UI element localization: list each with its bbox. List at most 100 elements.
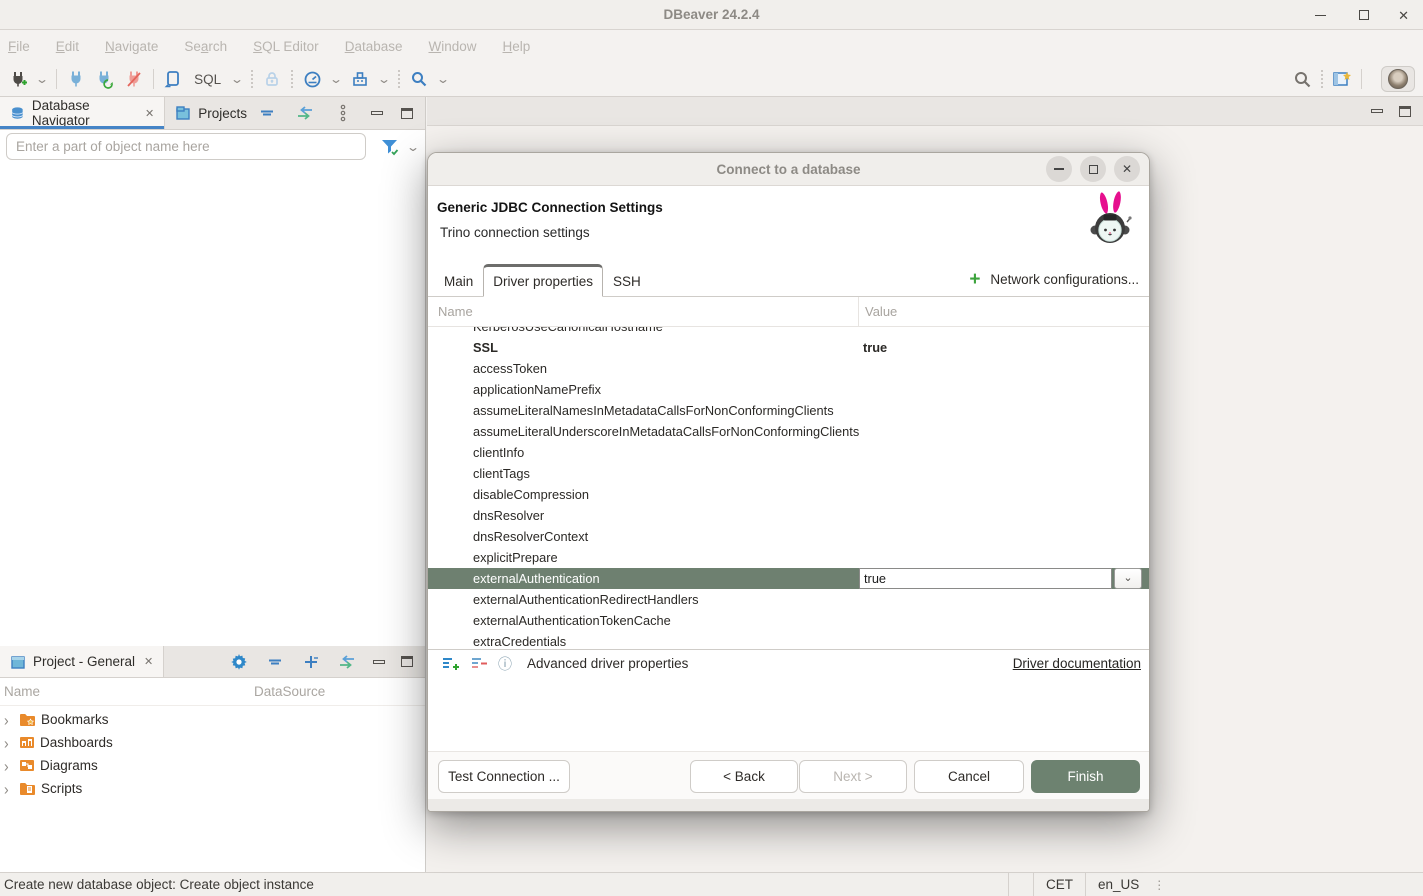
test-connection-button[interactable]: Test Connection ... bbox=[438, 760, 570, 793]
dialog-close-button[interactable]: ✕ bbox=[1114, 156, 1140, 182]
property-row[interactable]: KerberosUseCanonicalHostname bbox=[428, 327, 1149, 337]
sql-dropdown-label[interactable]: SQL bbox=[194, 72, 221, 87]
close-tab-icon[interactable]: ✕ bbox=[144, 655, 153, 668]
search-dropdown-icon[interactable]: ⌄ bbox=[436, 73, 450, 85]
settings-gear-icon[interactable] bbox=[229, 652, 249, 672]
commit-mode-icon[interactable] bbox=[350, 69, 370, 89]
property-row[interactable]: assumeLiteralNamesInMetadataCallsForNonC… bbox=[428, 400, 1149, 421]
menu-help[interactable]: Help bbox=[503, 39, 531, 54]
quick-search-icon[interactable] bbox=[1292, 69, 1312, 89]
menu-database[interactable]: Database bbox=[345, 39, 403, 54]
perspective-icon[interactable] bbox=[1332, 69, 1352, 89]
user-profile-button[interactable] bbox=[1381, 66, 1415, 92]
filter-dropdown-icon[interactable]: ⌄ bbox=[406, 141, 420, 153]
expand-all-icon[interactable] bbox=[301, 652, 321, 672]
expand-chevron-icon[interactable]: › bbox=[4, 757, 14, 775]
property-row[interactable]: externalAuthentication ⌄ bbox=[428, 568, 1149, 589]
expand-chevron-icon[interactable]: › bbox=[4, 780, 14, 798]
info-icon: ⓘ bbox=[498, 654, 512, 674]
dialog-maximize-button[interactable] bbox=[1080, 156, 1106, 182]
tab-driver-properties[interactable]: Driver properties bbox=[483, 264, 603, 297]
property-row[interactable]: accessToken bbox=[428, 358, 1149, 379]
menu-window[interactable]: Window bbox=[428, 39, 476, 54]
property-value-editor[interactable] bbox=[859, 568, 1112, 589]
property-row[interactable]: applicationNamePrefix bbox=[428, 379, 1149, 400]
collapse-all-icon[interactable] bbox=[265, 652, 285, 672]
tree-item-dashboards[interactable]: › Dashboards bbox=[0, 731, 425, 754]
link-with-editor-icon[interactable] bbox=[295, 103, 315, 123]
column-datasource[interactable]: DataSource bbox=[254, 684, 325, 699]
driver-documentation-link[interactable]: Driver documentation bbox=[1013, 656, 1141, 671]
tab-ssh[interactable]: SSH bbox=[603, 266, 651, 297]
connect-icon[interactable] bbox=[66, 69, 86, 89]
search-metadata-icon[interactable] bbox=[409, 69, 429, 89]
property-row[interactable]: clientTags bbox=[428, 463, 1149, 484]
property-row[interactable]: externalAuthenticationRedirectHandlers bbox=[428, 589, 1149, 610]
finish-button[interactable]: Finish bbox=[1031, 760, 1140, 793]
minimize-view-icon[interactable] bbox=[371, 111, 383, 115]
back-button[interactable]: < Back bbox=[690, 760, 798, 793]
minimize-editor-icon[interactable] bbox=[1371, 109, 1383, 113]
property-row[interactable]: disableCompression bbox=[428, 484, 1149, 505]
status-locale[interactable]: en_US bbox=[1085, 873, 1151, 896]
dialog-titlebar[interactable]: Connect to a database ✕ bbox=[428, 153, 1149, 186]
new-connection-dropdown-icon[interactable]: ⌄ bbox=[35, 73, 49, 85]
property-row[interactable]: dnsResolver bbox=[428, 505, 1149, 526]
menu-search[interactable]: Search bbox=[184, 39, 227, 54]
commit-dropdown-icon[interactable]: ⌄ bbox=[377, 73, 391, 85]
tab-database-navigator[interactable]: Database Navigator ✕ bbox=[0, 97, 165, 129]
column-value[interactable]: Value bbox=[858, 297, 897, 326]
status-drag-handle[interactable]: ⋮ bbox=[1151, 878, 1164, 892]
value-combo-dropdown-icon[interactable]: ⌄ bbox=[1114, 568, 1142, 589]
link-with-editor-icon[interactable] bbox=[337, 652, 357, 672]
property-row[interactable]: explicitPrepare bbox=[428, 547, 1149, 568]
property-name: disableCompression bbox=[428, 484, 1149, 505]
tree-item-diagrams[interactable]: › Diagrams bbox=[0, 754, 425, 777]
network-configurations-button[interactable]: + Network configurations... bbox=[969, 272, 1139, 287]
tree-item-bookmarks[interactable]: › Bookmarks bbox=[0, 708, 425, 731]
tab-main[interactable]: Main bbox=[434, 266, 483, 297]
window-close-button[interactable]: ✕ bbox=[1398, 9, 1409, 22]
close-tab-icon[interactable]: ✕ bbox=[145, 107, 154, 120]
transaction-dropdown-icon[interactable]: ⌄ bbox=[329, 73, 343, 85]
expand-chevron-icon[interactable]: › bbox=[4, 711, 14, 729]
column-name[interactable]: Name bbox=[0, 684, 254, 699]
property-row[interactable]: assumeLiteralUnderscoreInMetadataCallsFo… bbox=[428, 421, 1149, 442]
menu-file[interactable]: File bbox=[8, 39, 30, 54]
cancel-button[interactable]: Cancel bbox=[914, 760, 1024, 793]
property-row[interactable]: extraCredentials bbox=[428, 631, 1149, 649]
window-titlebar: DBeaver 24.2.4 ✕ bbox=[0, 0, 1423, 30]
collapse-all-icon[interactable] bbox=[257, 103, 277, 123]
tab-project-general[interactable]: Project - General ✕ bbox=[0, 646, 164, 677]
minimize-view-icon[interactable] bbox=[373, 660, 385, 664]
property-row[interactable]: SSL true bbox=[428, 337, 1149, 358]
transaction-mode-icon[interactable] bbox=[302, 69, 322, 89]
menu-edit[interactable]: Edit bbox=[56, 39, 79, 54]
sql-dropdown-icon[interactable]: ⌄ bbox=[230, 73, 244, 85]
tree-item-scripts[interactable]: › Scripts bbox=[0, 777, 425, 800]
new-connection-icon[interactable] bbox=[8, 69, 28, 89]
tab-projects[interactable]: Projects bbox=[165, 97, 257, 129]
sql-editor-icon[interactable] bbox=[163, 69, 183, 89]
dialog-minimize-button[interactable] bbox=[1046, 156, 1072, 182]
view-menu-icon[interactable] bbox=[333, 103, 353, 123]
window-minimize-button[interactable] bbox=[1310, 5, 1330, 25]
property-row[interactable]: clientInfo bbox=[428, 442, 1149, 463]
maximize-editor-icon[interactable] bbox=[1399, 106, 1411, 117]
property-row[interactable]: dnsResolverContext bbox=[428, 526, 1149, 547]
maximize-view-icon[interactable] bbox=[401, 108, 413, 119]
menu-sql-editor[interactable]: SQL Editor bbox=[253, 39, 319, 54]
add-property-icon[interactable] bbox=[440, 654, 460, 674]
object-filter-input[interactable] bbox=[6, 133, 366, 160]
disconnect-icon[interactable] bbox=[124, 69, 144, 89]
property-row[interactable]: externalAuthenticationTokenCache bbox=[428, 610, 1149, 631]
menu-navigate[interactable]: Navigate bbox=[105, 39, 158, 54]
maximize-view-icon[interactable] bbox=[401, 656, 413, 667]
expand-chevron-icon[interactable]: › bbox=[4, 734, 14, 752]
column-name[interactable]: Name bbox=[428, 304, 858, 319]
remove-property-icon[interactable] bbox=[469, 654, 489, 674]
reconnect-icon[interactable] bbox=[95, 69, 115, 89]
window-maximize-button[interactable] bbox=[1354, 5, 1374, 25]
status-timezone[interactable]: CET bbox=[1033, 873, 1085, 896]
filter-funnel-icon[interactable] bbox=[380, 137, 400, 157]
